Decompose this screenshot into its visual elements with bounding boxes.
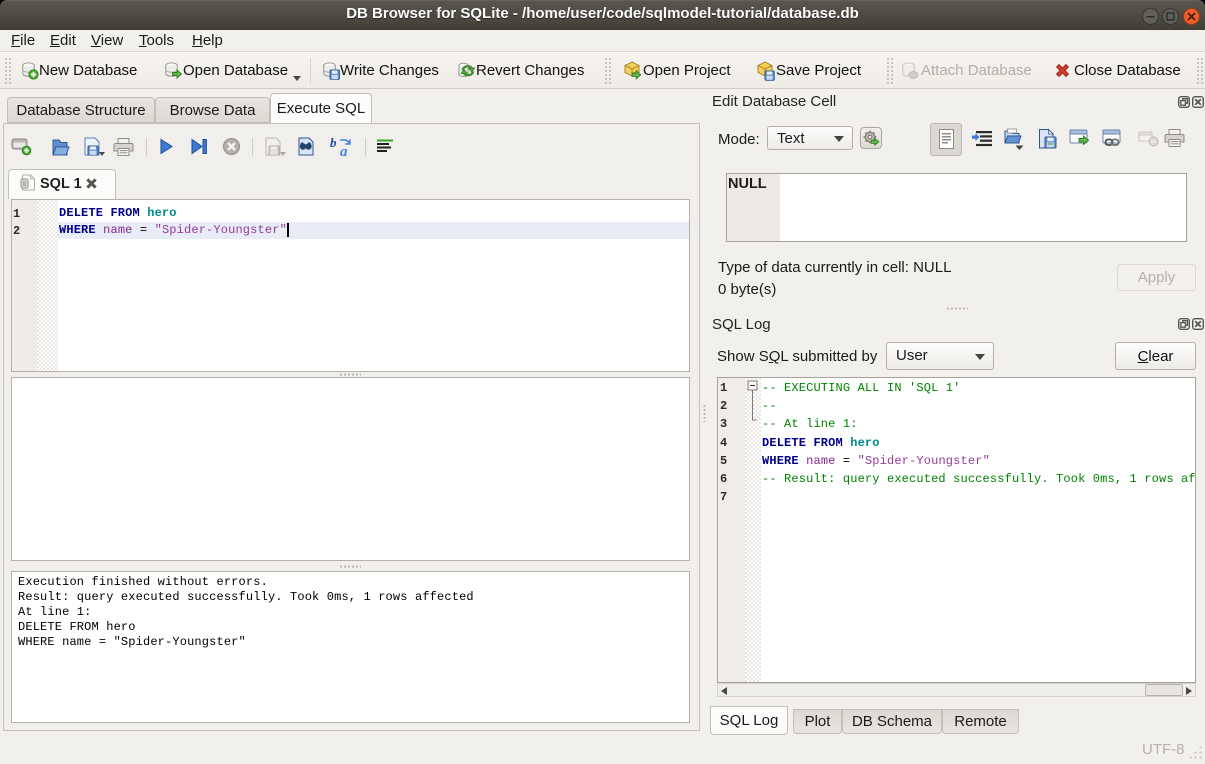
svg-text:a: a	[340, 144, 348, 157]
svg-text:b: b	[330, 136, 337, 150]
